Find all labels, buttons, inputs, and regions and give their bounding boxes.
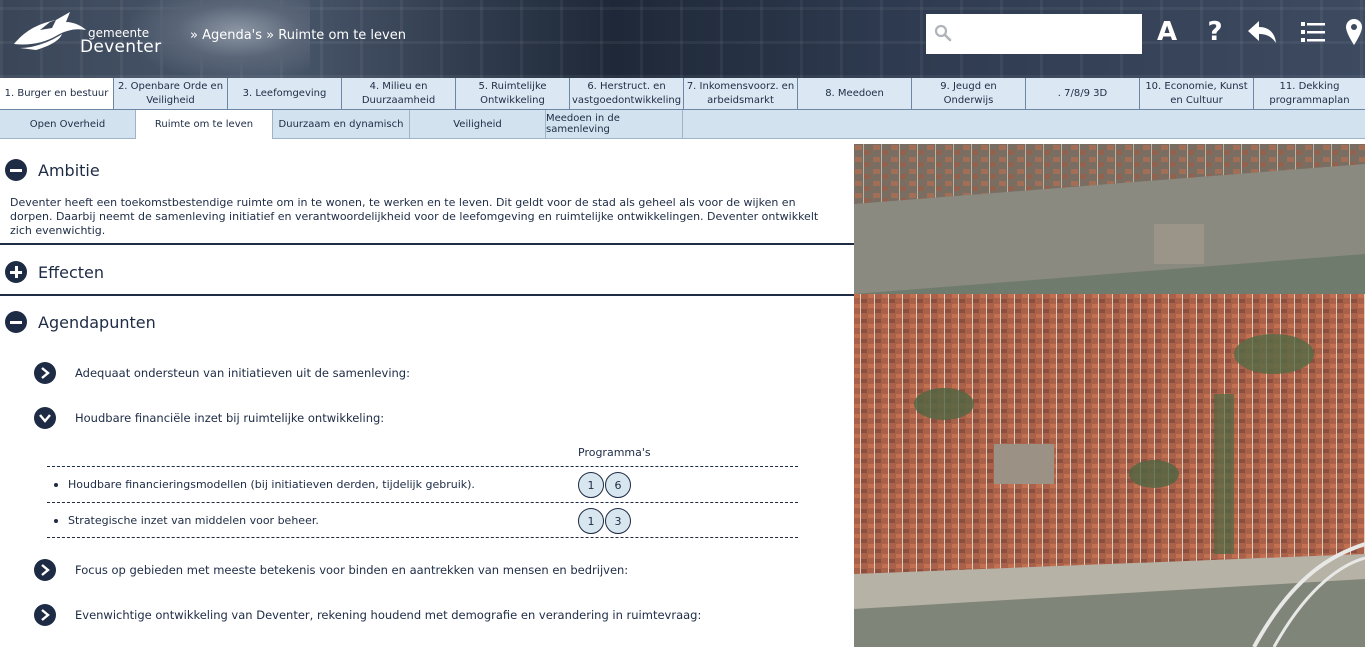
map-marker-icon[interactable] xyxy=(1344,14,1364,50)
chevron-right-icon[interactable] xyxy=(34,604,56,626)
agendapunt-item[interactable]: Houdbare financiële inzet bij ruimtelijk… xyxy=(34,407,834,429)
row-text: Strategische inzet van middelen voor beh… xyxy=(68,514,319,527)
program-badge[interactable]: 1 xyxy=(578,508,604,534)
tab-duurzaam-en-dynamisch[interactable]: Duurzaam en dynamisch xyxy=(273,110,410,138)
tab-ruimte-om-te-leven[interactable]: Ruimte om te leven xyxy=(136,110,273,139)
section-ambitie-header[interactable]: Ambitie xyxy=(0,159,854,181)
bullet xyxy=(54,483,58,487)
section-effecten-header[interactable]: Effecten xyxy=(0,261,854,283)
program-badge[interactable]: 6 xyxy=(605,472,631,498)
nav-item-inkomensvoorziening[interactable]: 7. Inkomensvoorz. en arbeidsmarkt xyxy=(684,78,798,109)
programs-column-header: Programma's xyxy=(578,446,651,459)
search-icon xyxy=(934,24,952,42)
section-divider xyxy=(0,294,854,296)
agendapunt-label: Houdbare financiële inzet bij ruimtelijk… xyxy=(75,411,385,425)
chevron-right-icon[interactable] xyxy=(34,559,56,581)
collapse-icon[interactable] xyxy=(5,159,27,181)
nav-item-economie[interactable]: 10. Economie, Kunst en Cultuur xyxy=(1140,78,1254,109)
row-text: Houdbare financieringsmodellen (bij init… xyxy=(68,478,475,491)
help-icon[interactable]: ? xyxy=(1204,14,1226,50)
agendapunt-item[interactable]: Adequaat ondersteun van initiatieven uit… xyxy=(34,362,834,384)
nav-item-burger-en-bestuur[interactable]: 1. Burger en bestuur xyxy=(0,78,114,109)
section-divider xyxy=(0,243,854,245)
logo-mark-icon xyxy=(14,12,86,50)
deventer-logo[interactable]: gemeente Deventer xyxy=(10,8,170,60)
expand-icon[interactable] xyxy=(5,261,27,283)
back-icon[interactable] xyxy=(1246,14,1278,50)
agendapunt-label: Focus op gebieden met meeste betekenis v… xyxy=(75,563,629,577)
ambitie-text: Deventer heeft een toekomstbestendige ru… xyxy=(10,196,819,237)
nav-item-milieu[interactable]: 4. Milieu en Duurzaamheid xyxy=(342,78,456,109)
nav-item-herstructurering[interactable]: 6. Herstruct. en vastgoedontwikkeling xyxy=(570,78,684,109)
program-badge[interactable]: 1 xyxy=(578,472,604,498)
collapse-icon[interactable] xyxy=(5,311,27,333)
list-icon[interactable] xyxy=(1300,14,1326,50)
nav-item-dekking[interactable]: 11. Dekking programmaplan xyxy=(1254,78,1365,109)
bullet xyxy=(54,519,58,523)
section-title: Agendapunten xyxy=(38,312,156,332)
nav-item-openbare-orde[interactable]: 2. Openbare Orde en Veiligheid xyxy=(114,78,228,109)
chevron-down-icon[interactable] xyxy=(34,407,56,429)
section-title: Effecten xyxy=(38,262,105,282)
section-agendapunten-header[interactable]: Agendapunten xyxy=(0,311,854,333)
tab-veiligheid[interactable]: Veiligheid xyxy=(410,110,546,138)
program-badge[interactable]: 3 xyxy=(605,508,631,534)
font-size-icon[interactable]: A xyxy=(1154,14,1180,50)
main-content: Ambitie Deventer heeft een toekomstbeste… xyxy=(0,139,854,647)
header-banner: gemeente Deventer » Agenda's » Ruimte om… xyxy=(0,0,1365,78)
city-illustration xyxy=(854,144,1365,647)
agendapunt-item[interactable]: Focus op gebieden met meeste betekenis v… xyxy=(34,559,834,581)
agendapunt-label: Adequaat ondersteun van initiatieven uit… xyxy=(75,366,410,380)
sub-navigation: Open Overheid Ruimte om te leven Duurzaa… xyxy=(0,110,1365,139)
breadcrumb[interactable]: » Agenda's » Ruimte om te leven xyxy=(190,28,406,43)
nav-item-leefomgeving[interactable]: 3. Leefomgeving xyxy=(228,78,342,109)
nav-item-3d[interactable]: . 7/8/9 3D xyxy=(1026,78,1140,109)
main-navigation: 1. Burger en bestuur 2. Openbare Orde en… xyxy=(0,78,1365,110)
table-row: Houdbare financieringsmodellen (bij init… xyxy=(47,466,798,502)
section-title: Ambitie xyxy=(38,160,100,180)
tab-meedoen-in-de-samenleving[interactable]: Meedoen in de samenleving xyxy=(546,110,683,138)
table-row: Strategische inzet van middelen voor beh… xyxy=(47,502,798,538)
search-input[interactable] xyxy=(926,14,1142,54)
nav-item-jeugd-en-onderwijs[interactable]: 9. Jeugd en Onderwijs xyxy=(912,78,1026,109)
nav-item-meedoen[interactable]: 8. Meedoen xyxy=(798,78,912,109)
agendapunt-label: Evenwichtige ontwikkeling van Deventer, … xyxy=(75,608,702,622)
nav-item-ruimtelijke-ontwikkeling[interactable]: 5. Ruimtelijke Ontwikkeling xyxy=(456,78,570,109)
agendapunt-item[interactable]: Evenwichtige ontwikkeling van Deventer, … xyxy=(34,604,834,626)
chevron-right-icon[interactable] xyxy=(34,362,56,384)
aerial-city-photo xyxy=(854,144,1365,647)
tab-open-overheid[interactable]: Open Overheid xyxy=(0,110,136,138)
logo-big-text: Deventer xyxy=(80,37,162,57)
